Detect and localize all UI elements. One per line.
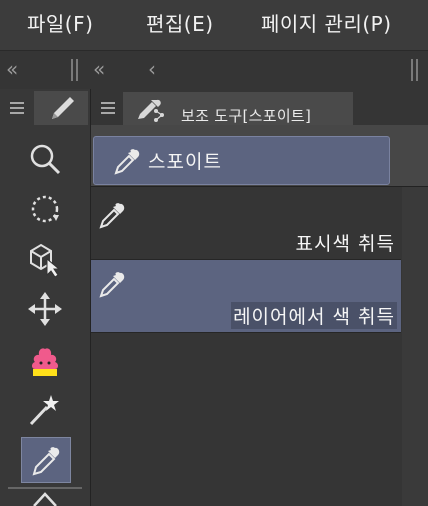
tool-palette bbox=[0, 89, 91, 506]
sub-tool-label: 레이어에서 색 취득 bbox=[231, 302, 397, 329]
tool-eyedropper[interactable] bbox=[21, 437, 71, 483]
sub-tool-group-area: 스포이트 bbox=[91, 125, 428, 187]
tool-zoom[interactable] bbox=[21, 137, 69, 181]
chevron-left-icon[interactable]: ‹ bbox=[148, 57, 156, 81]
sub-tool-panel-title: 보조 도구[스포이트] bbox=[181, 107, 312, 125]
sub-tool-layer-color[interactable]: 레이어에서 색 취득 bbox=[91, 260, 401, 333]
sub-tool-panel-header: 보조 도구[스포이트] bbox=[91, 89, 428, 125]
grip-handle-icon[interactable] bbox=[411, 59, 419, 81]
move-icon bbox=[28, 292, 62, 326]
eyedropper-icon bbox=[99, 272, 125, 298]
menu-page-management[interactable]: 페이지 관리(P) bbox=[261, 8, 392, 37]
eyedropper-icon bbox=[32, 447, 60, 476]
fill-icon[interactable] bbox=[30, 491, 60, 506]
sub-tool-icon bbox=[138, 99, 164, 122]
collapse-left-icon[interactable]: « bbox=[93, 57, 105, 81]
collapse-left-icon[interactable]: « bbox=[6, 57, 18, 81]
tool-object[interactable] bbox=[21, 237, 69, 281]
pudding-icon bbox=[32, 348, 58, 376]
sub-tool-group-label: 스포이트 bbox=[148, 151, 222, 173]
rotate-icon bbox=[31, 195, 59, 223]
tool-auto-select[interactable] bbox=[21, 387, 69, 431]
panel-nav-bar: « « ‹ bbox=[0, 50, 428, 90]
tool-rotate[interactable] bbox=[21, 187, 69, 231]
scrollbar-track[interactable] bbox=[402, 187, 428, 506]
tool-move[interactable] bbox=[21, 287, 69, 331]
menu-icon[interactable] bbox=[101, 101, 115, 115]
menu-edit[interactable]: 편집(E) bbox=[146, 8, 214, 37]
menu-icon[interactable] bbox=[10, 101, 24, 115]
grip-handle-icon[interactable] bbox=[71, 59, 79, 81]
tool-palette-header bbox=[0, 89, 90, 125]
magic-wand-icon bbox=[29, 395, 59, 426]
menu-file[interactable]: 파일(F) bbox=[27, 8, 93, 37]
tool-decorate[interactable] bbox=[21, 337, 69, 381]
sub-tool-panel: 보조 도구[스포이트] 스포이트 표시색 취득 레이어에서 색 취득 bbox=[91, 89, 428, 506]
eyedropper-icon bbox=[99, 203, 125, 229]
sub-tool-group-eyedropper[interactable]: 스포이트 bbox=[93, 136, 390, 185]
sub-tool-display-color[interactable]: 표시색 취득 bbox=[91, 187, 401, 260]
pen-icon bbox=[52, 97, 74, 119]
object-select-icon bbox=[30, 243, 61, 277]
eyedropper-icon bbox=[114, 149, 140, 175]
sub-tool-label: 표시색 취득 bbox=[295, 233, 395, 255]
menu-bar: 파일(F) 편집(E) 페이지 관리(P) bbox=[0, 0, 428, 50]
tool-palette-tab[interactable] bbox=[34, 91, 88, 125]
magnifier-icon bbox=[30, 144, 61, 175]
toolbar-divider bbox=[8, 487, 82, 489]
